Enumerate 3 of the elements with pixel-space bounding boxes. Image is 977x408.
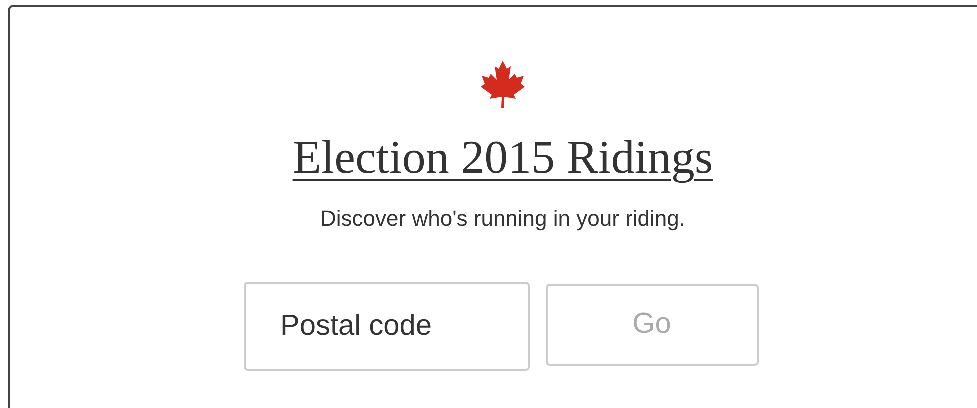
subtitle: Discover who's running in your riding. — [320, 205, 686, 233]
page-title-link[interactable]: Election 2015 Ridings — [292, 135, 714, 182]
postal-code-field[interactable]: Postal code — [244, 282, 530, 371]
